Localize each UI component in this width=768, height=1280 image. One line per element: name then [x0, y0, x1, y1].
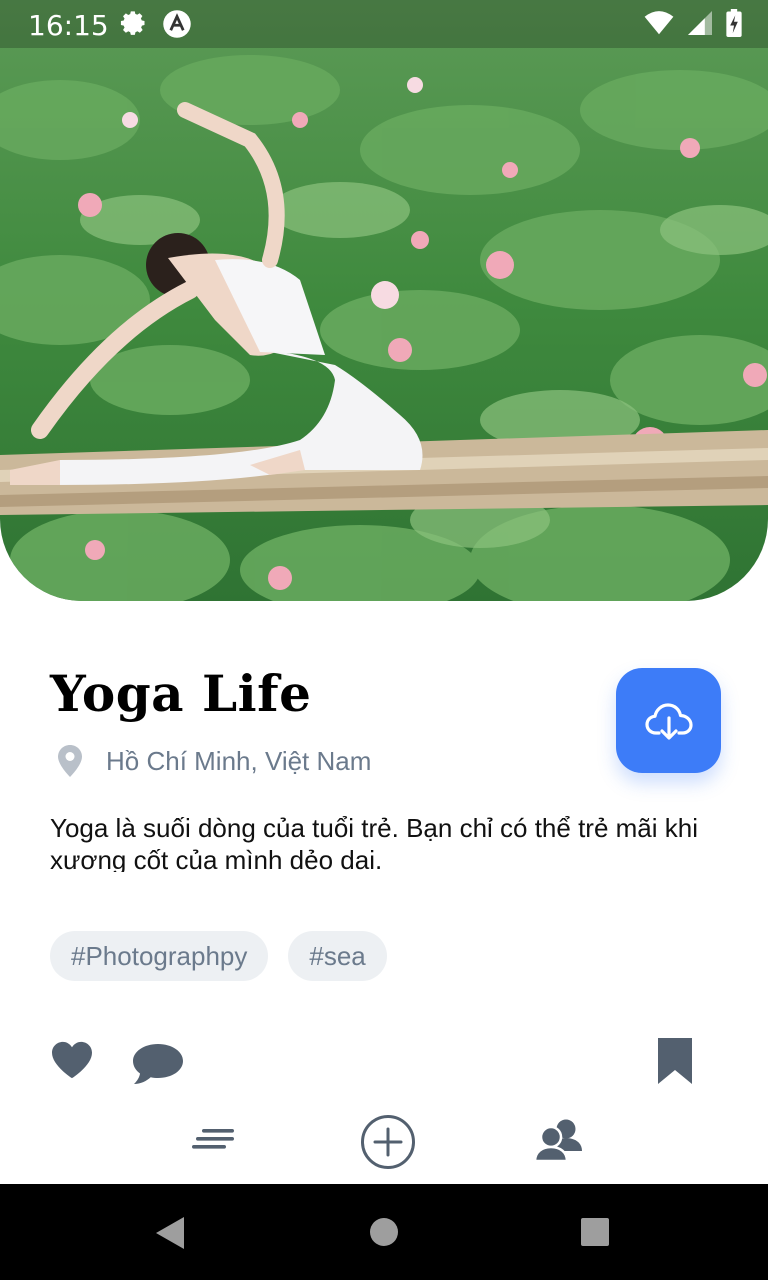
wifi-icon — [644, 11, 674, 35]
tag-chip[interactable]: #sea — [288, 931, 387, 981]
post-description: Yoga là suối dòng của tuổi trẻ. Bạn chỉ … — [50, 813, 698, 872]
add-circle-icon[interactable] — [360, 1114, 416, 1170]
heart-icon[interactable] — [50, 1040, 94, 1080]
location-text: Hồ Chí Minh, Việt Nam — [106, 745, 372, 776]
app-a-icon — [163, 10, 191, 38]
comment-icon[interactable] — [131, 1042, 185, 1086]
bookmark-icon[interactable] — [656, 1038, 694, 1084]
back-icon[interactable] — [155, 1216, 185, 1250]
feed-lines-icon[interactable] — [192, 1129, 236, 1155]
map-pin-icon — [58, 745, 82, 777]
post-title: Yoga Life — [50, 664, 312, 723]
status-time: 16:15 — [28, 9, 109, 42]
status-bar: 16:15 — [0, 0, 768, 48]
recents-icon[interactable] — [580, 1217, 610, 1247]
tag-list: #Photographpy #sea — [50, 931, 387, 981]
hero-photo — [0, 0, 768, 601]
tag-chip[interactable]: #Photographpy — [50, 931, 269, 981]
cloud-download-icon — [644, 702, 693, 740]
settings-gear-icon — [120, 11, 145, 35]
home-icon[interactable] — [369, 1217, 399, 1247]
system-navigation-bar — [0, 1184, 768, 1280]
signal-icon — [688, 11, 712, 35]
location-row: Hồ Chí Minh, Việt Nam — [58, 745, 371, 777]
bottom-tab-bar — [0, 1108, 768, 1180]
people-icon[interactable] — [534, 1118, 584, 1162]
battery-charging-icon — [726, 9, 742, 37]
hero-image — [0, 0, 768, 601]
post-actions — [0, 1030, 768, 1090]
download-button[interactable] — [616, 668, 721, 773]
